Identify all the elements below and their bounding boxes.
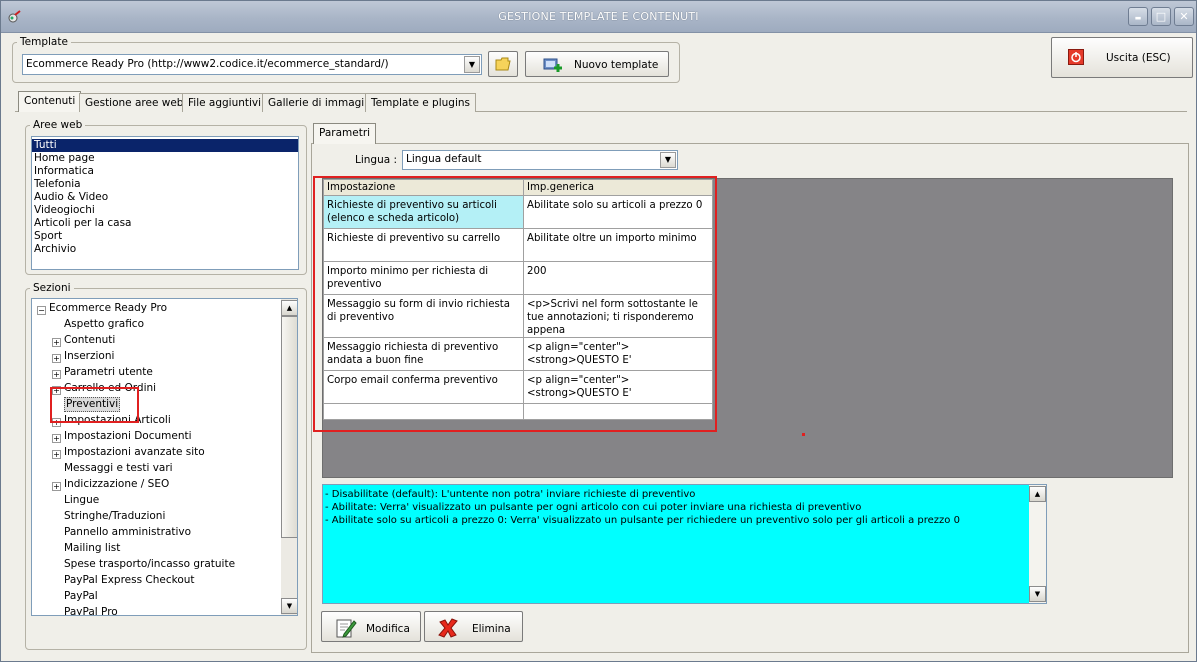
tree-node[interactable]: Messaggi e testi vari <box>64 461 173 476</box>
tree-node[interactable]: PayPal Pro <box>64 605 118 615</box>
sezioni-tree-nodes: − Ecommerce Ready Pro Aspetto grafico + Co… <box>32 299 281 615</box>
scroll-down-icon[interactable]: ▼ <box>1029 586 1046 602</box>
help-textbox[interactable]: - Disabilitate (default): L'untente non … <box>322 484 1047 604</box>
template-group-label: Template <box>17 36 71 48</box>
sezioni-tree[interactable]: − Ecommerce Ready Pro Aspetto grafico + Co… <box>31 298 298 616</box>
elimina-button[interactable]: Elimina <box>424 611 523 642</box>
list-item[interactable]: Archivio <box>32 243 298 256</box>
help-line: - Abilitate: Verra' visualizzato un puls… <box>325 502 862 513</box>
list-item[interactable]: Videogiochi <box>32 204 298 217</box>
tab-file-aggiuntivi[interactable]: File aggiuntivi <box>182 93 268 112</box>
list-item[interactable]: Articoli per la casa <box>32 217 298 230</box>
tree-node[interactable]: Pannello amministrativo <box>64 525 191 540</box>
list-item[interactable]: Audio & Video <box>32 191 298 204</box>
help-line: - Abilitate solo su articoli a prezzo 0:… <box>325 515 960 526</box>
tree-root[interactable]: Ecommerce Ready Pro <box>49 301 167 316</box>
tree-node[interactable]: PayPal Express Checkout <box>64 573 195 588</box>
list-item[interactable]: Informatica <box>32 165 298 178</box>
tree-node[interactable]: Indicizzazione / SEO <box>64 477 169 492</box>
tab-parametri[interactable]: Parametri <box>313 123 377 144</box>
minimize-icon: ▬ <box>1134 14 1142 22</box>
list-item[interactable]: Sport <box>32 230 298 243</box>
lingua-select-value: Lingua default <box>406 153 482 165</box>
tree-node[interactable]: Impostazioni Documenti <box>64 429 192 444</box>
expand-icon[interactable]: + <box>52 434 61 443</box>
tree-node[interactable]: PayPal <box>64 589 98 604</box>
highlight-box-preventivi <box>50 387 139 423</box>
add-template-icon <box>543 58 562 72</box>
expand-icon[interactable]: + <box>52 354 61 363</box>
chevron-down-icon[interactable]: ▼ <box>464 56 480 73</box>
help-text: - Disabilitate (default): L'untente non … <box>325 488 1025 527</box>
tab-gestione-aree-web[interactable]: Gestione aree web <box>79 93 190 112</box>
folder-icon <box>495 57 511 71</box>
tab-gallerie-immagini[interactable]: Gallerie di immagini <box>262 93 380 112</box>
exit-label: Uscita (ESC) <box>1106 52 1171 64</box>
open-folder-button[interactable] <box>488 51 518 77</box>
tree-node[interactable]: Mailing list <box>64 541 120 556</box>
scroll-up-icon[interactable]: ▲ <box>1029 486 1046 502</box>
close-button[interactable]: ✕ <box>1174 7 1194 26</box>
list-item[interactable]: Home page <box>32 152 298 165</box>
chevron-down-icon[interactable]: ▼ <box>660 152 676 168</box>
scroll-up-icon[interactable]: ▲ <box>281 300 297 316</box>
new-template-button[interactable]: Nuovo template <box>525 51 669 77</box>
expand-icon[interactable]: + <box>52 370 61 379</box>
scroll-down-icon[interactable]: ▼ <box>281 598 297 614</box>
title-bar: GESTIONE TEMPLATE E CONTENUTI ▬ □ ✕ <box>1 1 1196 33</box>
tab-label: Parametri <box>319 127 371 139</box>
help-scrollbar[interactable]: ▲ ▼ <box>1029 485 1046 603</box>
modifica-label: Modifica <box>366 623 410 635</box>
aree-web-list[interactable]: Tutti Home page Informatica Telefonia Audio … <box>31 136 299 270</box>
sezioni-scrollbar[interactable]: ▲ ▼ <box>281 299 297 615</box>
tab-label: Gallerie di immagini <box>268 97 374 109</box>
tree-node[interactable]: Spese trasporto/incasso gratuite <box>64 557 235 572</box>
tree-node[interactable]: Aspetto grafico <box>64 317 144 332</box>
highlight-box-grid <box>313 176 717 432</box>
delete-icon <box>438 618 458 638</box>
window-title: GESTIONE TEMPLATE E CONTENUTI <box>498 10 699 23</box>
aree-web-label: Aree web <box>30 119 86 131</box>
expand-icon[interactable]: + <box>52 482 61 491</box>
tree-node[interactable]: Contenuti <box>64 333 115 348</box>
tree-node[interactable]: Parametri utente <box>64 365 153 380</box>
template-select-value: Ecommerce Ready Pro (http://www2.codice.… <box>26 58 389 70</box>
maximize-button[interactable]: □ <box>1151 7 1171 26</box>
maximize-icon: □ <box>1155 10 1167 23</box>
tab-label: File aggiuntivi <box>188 97 262 109</box>
close-icon: ✕ <box>1179 10 1189 23</box>
tab-label: Template e plugins <box>371 97 470 109</box>
lingua-select[interactable]: Lingua default ▼ <box>402 150 678 170</box>
help-line: - Disabilitate (default): L'untente non … <box>325 489 696 500</box>
tree-node[interactable]: Lingue <box>64 493 99 508</box>
sezioni-label: Sezioni <box>30 282 74 294</box>
tree-node[interactable]: Inserzioni <box>64 349 114 364</box>
tab-template-plugins[interactable]: Template e plugins <box>365 93 476 112</box>
list-item[interactable]: Tutti <box>32 139 298 152</box>
modify-icon <box>336 619 357 638</box>
expand-icon[interactable]: + <box>52 338 61 347</box>
elimina-label: Elimina <box>472 623 511 635</box>
red-dot-marker <box>802 433 805 436</box>
scroll-thumb[interactable] <box>281 316 297 538</box>
main-window: GESTIONE TEMPLATE E CONTENUTI ▬ □ ✕ Temp… <box>0 0 1197 662</box>
tab-contenuti[interactable]: Contenuti <box>18 91 82 112</box>
expand-icon[interactable]: + <box>52 450 61 459</box>
exit-icon <box>1068 49 1084 65</box>
lingua-label: Lingua : <box>355 154 398 166</box>
tab-label: Contenuti <box>24 95 76 107</box>
list-item[interactable]: Telefonia <box>32 178 298 191</box>
new-template-label: Nuovo template <box>574 59 659 71</box>
collapse-icon[interactable]: − <box>37 306 46 315</box>
tab-label: Gestione aree web <box>85 97 184 109</box>
tree-node[interactable]: Stringhe/Traduzioni <box>64 509 165 524</box>
tree-node[interactable]: Impostazioni avanzate sito <box>64 445 205 460</box>
template-select[interactable]: Ecommerce Ready Pro (http://www2.codice.… <box>22 54 482 75</box>
modifica-button[interactable]: Modifica <box>321 611 421 642</box>
minimize-button[interactable]: ▬ <box>1128 7 1148 26</box>
exit-button[interactable]: Uscita (ESC) <box>1051 37 1193 78</box>
